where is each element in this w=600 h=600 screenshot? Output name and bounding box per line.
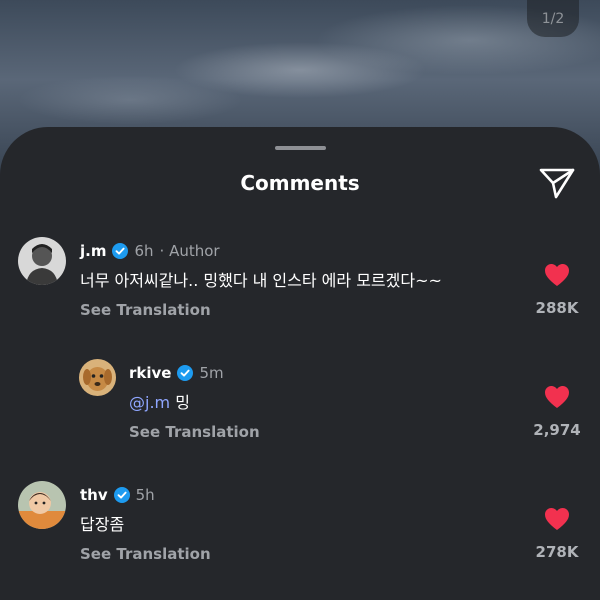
see-translation-button[interactable]: See Translation [80, 301, 211, 319]
username[interactable]: thv [80, 486, 108, 504]
comment-time: 5m [199, 364, 224, 382]
like-count: 278K [535, 543, 579, 561]
heart-filled-icon [545, 508, 569, 530]
verified-badge-icon [112, 243, 129, 259]
comment-item: j.m 6h · Author 너무 아저씨같나.. 밍했다 내 인스타 에라 … [0, 235, 600, 335]
comment-text: 너무 아저씨같나.. 밍했다 내 인스타 에라 모르겠다~~ [80, 271, 442, 290]
comment-item: thv 5h 답장좀 See Translation 278K [0, 479, 600, 579]
comment-meta: thv 5h [80, 486, 155, 504]
like-button[interactable]: 2,974 [527, 385, 587, 439]
page-counter-text: 1/2 [541, 10, 565, 27]
page-counter: 1/2 [527, 0, 579, 37]
reply-comment-item: rkive 5m @j.m 밍 See Translation 2,974 [0, 357, 600, 457]
username[interactable]: j.m [80, 242, 106, 260]
heart-filled-icon [545, 264, 569, 286]
username[interactable]: rkive [129, 364, 171, 382]
verified-badge-icon [113, 487, 130, 503]
dog-avatar-icon[interactable] [79, 359, 116, 396]
see-translation-button[interactable]: See Translation [129, 423, 260, 441]
comment-body: 밍 [175, 393, 190, 412]
comment-time: 5h [135, 486, 155, 504]
like-button[interactable]: 288K [527, 263, 587, 317]
like-count: 288K [535, 299, 579, 317]
like-button[interactable]: 278K [527, 507, 587, 561]
comment-text: @j.m 밍 [129, 389, 190, 413]
heart-filled-icon [545, 386, 569, 408]
like-count: 2,974 [533, 421, 581, 439]
sheet-title: Comments [240, 171, 360, 195]
portrait-bw-icon[interactable] [18, 237, 66, 285]
comment-text: 답장좀 [80, 515, 125, 534]
comment-meta: rkive 5m [129, 364, 224, 382]
send-icon[interactable] [538, 166, 576, 200]
sheet-drag-handle[interactable] [275, 146, 326, 150]
mention-link[interactable]: @j.m [129, 393, 170, 412]
verified-badge-icon [177, 365, 194, 381]
comment-meta: j.m 6h · Author [80, 242, 220, 260]
child-photo-avatar-icon[interactable] [18, 481, 66, 529]
comments-sheet: Comments j.m 6h · Author 너무 아저씨같나.. 밍했다 … [0, 127, 600, 600]
author-tag: · Author [159, 242, 220, 260]
see-translation-button[interactable]: See Translation [80, 545, 211, 563]
comment-time: 6h [134, 242, 154, 260]
